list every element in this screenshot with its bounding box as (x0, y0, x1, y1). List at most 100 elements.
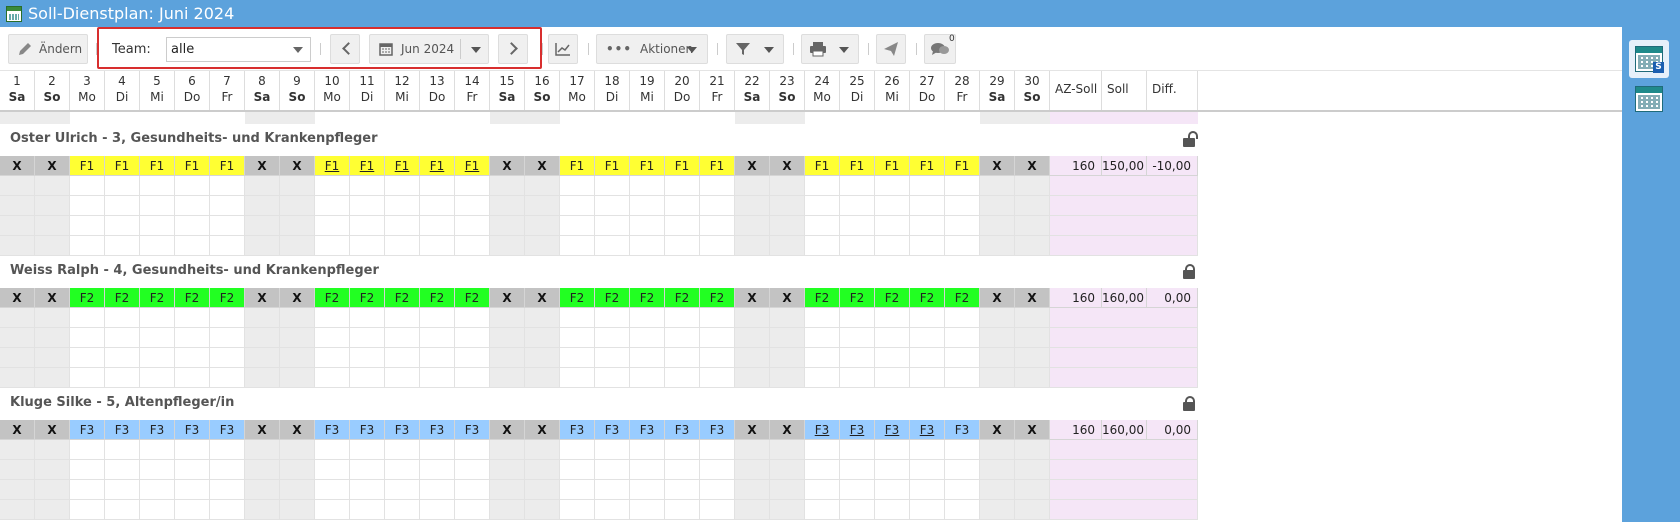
empty-cell[interactable] (210, 216, 245, 236)
empty-cell[interactable] (35, 196, 70, 216)
empty-cell[interactable] (105, 328, 140, 348)
empty-cell[interactable] (980, 196, 1015, 216)
shift-cell[interactable]: X (0, 288, 35, 308)
empty-cell[interactable] (665, 368, 700, 388)
empty-cell[interactable] (70, 236, 105, 256)
shift-cell[interactable]: X (490, 156, 525, 176)
empty-cell[interactable] (735, 196, 770, 216)
empty-cell[interactable] (840, 348, 875, 368)
empty-cell[interactable] (595, 216, 630, 236)
empty-cell[interactable] (595, 308, 630, 328)
empty-cell[interactable] (525, 460, 560, 480)
empty-cell[interactable] (945, 328, 980, 348)
empty-cell[interactable] (770, 368, 805, 388)
shift-cell[interactable]: F2 (140, 288, 175, 308)
empty-cell[interactable] (35, 460, 70, 480)
shift-cell[interactable]: F2 (455, 288, 490, 308)
shift-cell[interactable]: X (35, 288, 70, 308)
empty-cell[interactable] (875, 440, 910, 460)
empty-cell[interactable] (980, 440, 1015, 460)
empty-cell[interactable] (630, 440, 665, 460)
shift-cell[interactable]: X (245, 288, 280, 308)
empty-cell[interactable] (910, 440, 945, 460)
empty-cell[interactable] (105, 460, 140, 480)
empty-cell[interactable] (245, 236, 280, 256)
shift-cell[interactable]: X (525, 288, 560, 308)
empty-cell[interactable] (665, 216, 700, 236)
empty-cell[interactable] (385, 176, 420, 196)
empty-cell[interactable] (595, 236, 630, 256)
shift-cell[interactable]: X (280, 420, 315, 440)
empty-cell[interactable] (735, 480, 770, 500)
empty-cell[interactable] (420, 460, 455, 480)
empty-cell[interactable] (875, 236, 910, 256)
empty-cell[interactable] (280, 368, 315, 388)
empty-cell[interactable] (910, 328, 945, 348)
empty-cell[interactable] (455, 216, 490, 236)
empty-cell[interactable] (490, 196, 525, 216)
empty-cell[interactable] (315, 440, 350, 460)
empty-cell[interactable] (595, 328, 630, 348)
shift-cell[interactable]: F1 (385, 156, 420, 176)
empty-cell[interactable] (700, 196, 735, 216)
empty-cell[interactable] (350, 196, 385, 216)
empty-cell[interactable] (210, 460, 245, 480)
empty-cell[interactable] (630, 368, 665, 388)
empty-cell[interactable] (595, 460, 630, 480)
shift-cell[interactable]: F1 (630, 156, 665, 176)
empty-cell[interactable] (315, 460, 350, 480)
empty-cell[interactable] (70, 216, 105, 236)
empty-cell[interactable] (0, 328, 35, 348)
empty-cell[interactable] (805, 308, 840, 328)
empty-cell[interactable] (70, 460, 105, 480)
shift-cell[interactable]: X (35, 156, 70, 176)
empty-cell[interactable] (70, 308, 105, 328)
empty-cell[interactable] (105, 500, 140, 520)
shift-cell[interactable]: X (525, 420, 560, 440)
empty-cell[interactable] (525, 216, 560, 236)
empty-cell[interactable] (805, 328, 840, 348)
shift-cell[interactable]: F2 (105, 288, 140, 308)
empty-cell[interactable] (245, 216, 280, 236)
empty-cell[interactable] (805, 500, 840, 520)
shift-cell[interactable]: F2 (350, 288, 385, 308)
empty-cell[interactable] (735, 328, 770, 348)
shift-cell[interactable]: X (490, 420, 525, 440)
empty-cell[interactable] (210, 480, 245, 500)
shift-cell[interactable]: F3 (630, 420, 665, 440)
empty-cell[interactable] (175, 348, 210, 368)
shift-cell[interactable]: F1 (175, 156, 210, 176)
empty-cell[interactable] (105, 176, 140, 196)
empty-cell[interactable] (70, 440, 105, 460)
empty-cell[interactable] (1015, 348, 1050, 368)
empty-cell[interactable] (700, 368, 735, 388)
empty-cell[interactable] (0, 500, 35, 520)
empty-cell[interactable] (280, 480, 315, 500)
empty-cell[interactable] (420, 348, 455, 368)
empty-cell[interactable] (910, 308, 945, 328)
empty-cell[interactable] (525, 176, 560, 196)
empty-cell[interactable] (490, 348, 525, 368)
empty-cell[interactable] (280, 460, 315, 480)
empty-cell[interactable] (980, 348, 1015, 368)
shift-cell[interactable]: F3 (875, 420, 910, 440)
empty-cell[interactable] (420, 480, 455, 500)
empty-cell[interactable] (420, 216, 455, 236)
empty-cell[interactable] (210, 500, 245, 520)
empty-cell[interactable] (525, 368, 560, 388)
empty-cell[interactable] (1015, 440, 1050, 460)
empty-cell[interactable] (525, 308, 560, 328)
empty-cell[interactable] (245, 480, 280, 500)
empty-cell[interactable] (455, 308, 490, 328)
empty-cell[interactable] (910, 236, 945, 256)
empty-cell[interactable] (175, 500, 210, 520)
shift-cell[interactable]: F3 (700, 420, 735, 440)
empty-cell[interactable] (315, 236, 350, 256)
shift-cell[interactable]: X (1015, 156, 1050, 176)
shift-cell[interactable]: X (735, 420, 770, 440)
empty-cell[interactable] (175, 460, 210, 480)
empty-cell[interactable] (350, 460, 385, 480)
empty-cell[interactable] (385, 440, 420, 460)
empty-cell[interactable] (35, 440, 70, 460)
empty-cell[interactable] (875, 368, 910, 388)
